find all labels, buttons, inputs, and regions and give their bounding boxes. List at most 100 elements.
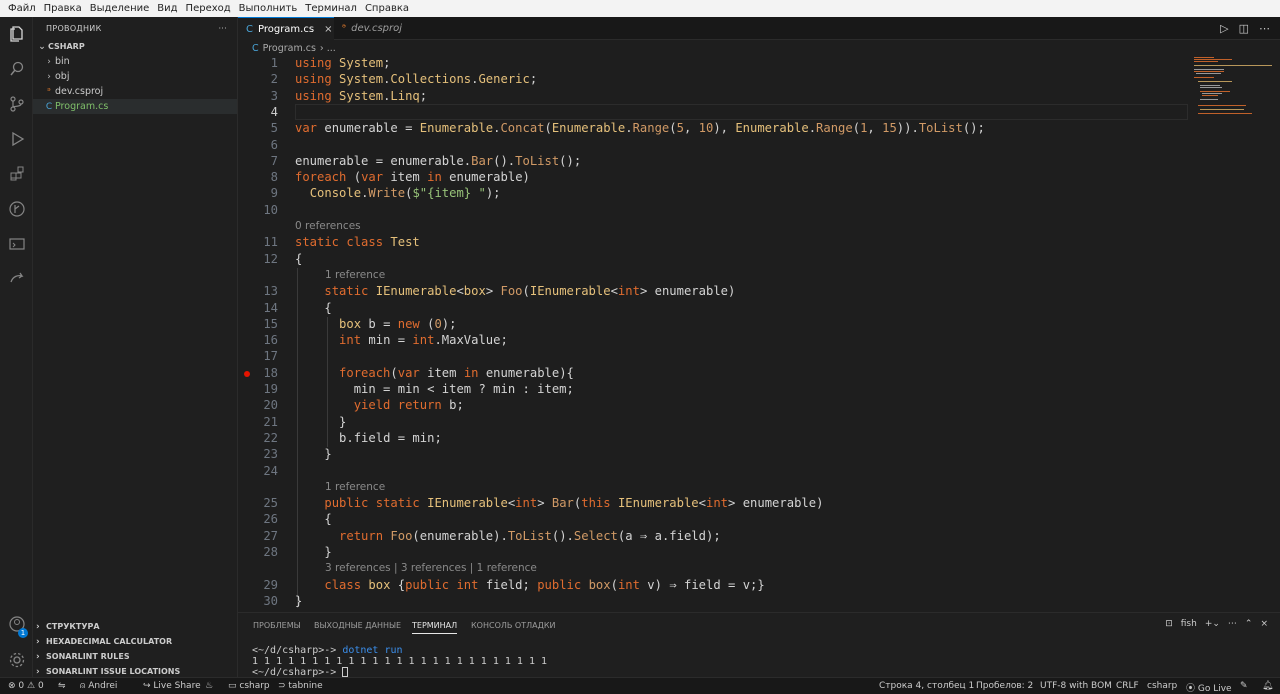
menu-item[interactable]: Переход [182, 0, 235, 17]
project-status[interactable]: ▭ csharp [228, 681, 270, 691]
explorer-icon[interactable] [0, 19, 33, 49]
section-sonarlint-rules[interactable]: › SONARLINT RULES [33, 649, 238, 664]
tab-debug-console[interactable]: КОНСОЛЬ ОТЛАДКИ [471, 621, 556, 630]
encoding-status[interactable]: UTF-8 with BOM [1040, 681, 1112, 691]
tab-dev-csproj[interactable]: ᵊ dev.csproj [334, 17, 424, 40]
run-debug-icon[interactable] [0, 124, 33, 154]
source-control-icon[interactable] [0, 89, 33, 119]
code-line[interactable]: foreach (var item in enumerable) [295, 170, 530, 184]
go-live-status[interactable]: ⦿ Go Live [1186, 681, 1232, 694]
tree-item-label: obj [55, 71, 70, 82]
code-lens[interactable]: 1 reference [325, 269, 385, 281]
code-line[interactable]: var enumerable = Enumerable.Concat(Enume… [295, 121, 985, 135]
maximize-panel-icon[interactable]: ⌃ [1245, 619, 1253, 629]
tabnine-status[interactable]: ⊃ tabnine [278, 681, 323, 691]
code-line[interactable]: yield return b; [295, 398, 464, 412]
code-line[interactable]: class box {public int field; public box(… [295, 578, 764, 592]
code-line[interactable]: static class Test [295, 235, 420, 249]
code-line[interactable]: using System; [295, 56, 390, 70]
flame-icon[interactable]: ♨ [205, 681, 213, 691]
code-line[interactable]: using System.Linq; [295, 89, 427, 103]
menu-item[interactable]: Правка [40, 0, 86, 17]
tree-item-dev-csproj[interactable]: ᵊ dev.csproj [33, 84, 237, 99]
cursor-position[interactable]: Строка 4, столбец 1 [879, 681, 974, 691]
minimap[interactable] [1190, 56, 1280, 612]
tab-output[interactable]: ВЫХОДНЫЕ ДАННЫЕ [314, 621, 401, 630]
code-line[interactable]: } [295, 545, 331, 559]
notifications-icon[interactable]: 🔔︎ [1262, 681, 1273, 691]
eol-status[interactable]: CRLF [1116, 681, 1139, 691]
code-line[interactable]: foreach(var item in enumerable){ [295, 366, 574, 380]
menu-item[interactable]: Файл [4, 0, 40, 17]
tree-item-bin[interactable]: › bin [33, 54, 237, 69]
line-number: 11 [263, 235, 278, 250]
code-line[interactable]: return Foo(enumerable).ToList().Select(a… [295, 529, 721, 543]
code-editor[interactable]: 1 using System; 2 using System.Collections.… [238, 56, 1198, 612]
tree-item-obj[interactable]: › obj [33, 69, 237, 84]
more-actions-icon[interactable]: ⋯ [1228, 619, 1237, 629]
live-share-status[interactable]: ↪ Live Share [143, 681, 201, 691]
language-status[interactable]: csharp [1147, 681, 1177, 691]
indentation-status[interactable]: Пробелов: 2 [976, 681, 1033, 691]
code-line[interactable]: { [295, 252, 302, 266]
code-line[interactable]: { [295, 301, 331, 315]
menu-item[interactable]: Терминал [301, 0, 361, 17]
line-number: 18 [263, 365, 278, 380]
line-number: 25 [263, 496, 278, 511]
search-icon[interactable] [0, 54, 33, 84]
code-line[interactable]: static IEnumerable<box> Foo(IEnumerable<… [295, 284, 735, 298]
more-actions-icon[interactable]: ··· [218, 24, 227, 33]
live-share-icon[interactable] [0, 264, 33, 294]
section-structure[interactable]: › СТРУКТУРА [33, 619, 238, 634]
run-icon[interactable]: ▷ [1220, 22, 1228, 35]
code-line[interactable]: public static IEnumerable<int> Bar(this … [295, 496, 823, 510]
code-line[interactable]: using System.Collections.Generic; [295, 72, 537, 86]
workspace-root[interactable]: ⌄ CSHARP [33, 39, 237, 54]
section-label: СТРУКТУРА [46, 622, 100, 631]
code-lens[interactable]: 3 references | 3 references | 1 referenc… [325, 562, 537, 574]
new-terminal-icon[interactable]: +⌄ [1205, 619, 1220, 629]
split-editor-icon[interactable]: ◫ [1239, 22, 1249, 35]
close-panel-icon[interactable]: × [1260, 619, 1268, 629]
menu-item[interactable]: Справка [361, 0, 413, 17]
code-lens[interactable]: 0 references [295, 220, 361, 232]
git-graph-icon[interactable] [0, 194, 33, 224]
more-actions-icon[interactable]: ⋯ [1259, 22, 1270, 35]
problems-status[interactable]: ⊗ 0 ⚠ 0 [8, 681, 44, 691]
code-line[interactable]: } [295, 594, 302, 608]
tree-item-program-cs[interactable]: C Program.cs [33, 99, 237, 114]
account-icon[interactable]: 1 [0, 609, 33, 639]
menu-item[interactable]: Вид [153, 0, 181, 17]
code-line[interactable]: } [295, 415, 346, 429]
account-status[interactable]: ⍝ Andrei [80, 681, 117, 691]
code-line[interactable]: { [295, 512, 331, 526]
tab-problems[interactable]: ПРОБЛЕМЫ [253, 621, 301, 630]
tree-item-label: dev.csproj [55, 86, 104, 97]
remote-explorer-icon[interactable] [0, 229, 33, 259]
close-icon[interactable]: × [324, 24, 332, 35]
menu-item[interactable]: Выделение [86, 0, 154, 17]
remote-icon[interactable]: ⇋ [58, 681, 66, 691]
terminal-line: <~/d/csharp>-> dotnet run [252, 645, 403, 656]
tab-terminal[interactable]: ТЕРМИНАЛ [412, 621, 458, 634]
terminal-icon: ⊡ [1165, 619, 1173, 629]
code-line[interactable]: int min = int.MaxValue; [295, 333, 508, 347]
code-lens[interactable]: 1 reference [325, 481, 385, 493]
code-line[interactable]: Console.Write($"{item} "); [295, 186, 501, 200]
code-line[interactable]: box b = new (0); [295, 317, 456, 331]
terminal-shell-name[interactable]: fish [1181, 619, 1197, 629]
feedback-icon[interactable]: ✎ [1240, 681, 1248, 691]
extensions-icon[interactable] [0, 159, 33, 189]
code-line[interactable]: enumerable = enumerable.Bar().ToList(); [295, 154, 581, 168]
code-line[interactable]: } [295, 447, 331, 461]
chevron-right-icon: › [47, 56, 51, 67]
tab-program-cs[interactable]: C Program.cs × [238, 17, 334, 40]
line-number: 28 [263, 545, 278, 559]
code-line[interactable]: min = min < item ? min : item; [295, 382, 574, 396]
settings-gear-icon[interactable] [0, 645, 33, 675]
menu-item[interactable]: Выполнить [235, 0, 302, 17]
breadcrumb-file[interactable]: Program.cs [263, 43, 316, 54]
code-line[interactable]: b.field = min; [295, 431, 442, 445]
editor-actions: ▷ ◫ ⋯ [1220, 22, 1270, 35]
section-hex-calculator[interactable]: › HEXADECIMAL CALCULATOR [33, 634, 238, 649]
